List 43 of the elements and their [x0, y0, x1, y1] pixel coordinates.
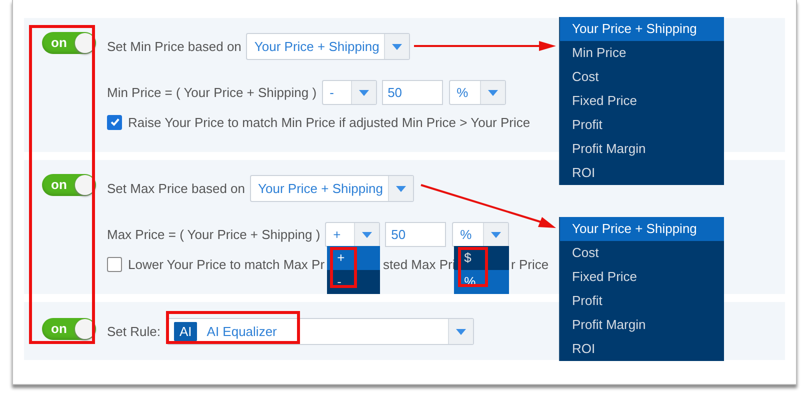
basis-select[interactable]: Your Price + Shipping	[246, 33, 410, 60]
menu-item[interactable]: Profit Margin	[560, 137, 724, 161]
menu-item[interactable]: Profit Margin	[560, 313, 724, 337]
menu-item[interactable]: Fixed Price	[560, 265, 724, 289]
check-icon	[110, 117, 120, 127]
highlight-box	[458, 247, 488, 287]
ai-badge: AI	[174, 322, 197, 341]
checkbox-label: r Price	[511, 256, 549, 272]
formula-label: Max Price = ( Your Price + Shipping )	[107, 227, 320, 242]
menu-item[interactable]: $	[454, 246, 510, 270]
menu-item[interactable]: Fixed Price	[560, 89, 724, 113]
checkbox[interactable]	[107, 256, 122, 272]
menu-item[interactable]: Profit	[560, 289, 724, 313]
amount-input[interactable]: 50	[385, 222, 446, 247]
unit-select[interactable]: %	[448, 80, 506, 105]
menu-item[interactable]: Your Price + Shipping	[560, 217, 724, 241]
caret-icon	[456, 328, 466, 334]
field-label: Set Rule:	[107, 324, 160, 339]
menu-item[interactable]: Profit	[560, 113, 724, 137]
caret-icon	[362, 232, 372, 238]
caret-icon	[491, 232, 502, 238]
caret-icon	[358, 90, 369, 96]
field-label: Set Min Price based on	[107, 39, 242, 54]
highlight-box	[330, 247, 357, 288]
field-label: Set Max Price based on	[107, 181, 246, 196]
checkbox[interactable]	[107, 114, 122, 130]
caret-icon	[392, 44, 402, 50]
basis-select[interactable]: Your Price + Shipping	[250, 175, 414, 202]
formula-label: Min Price = ( Your Price + Shipping )	[107, 85, 317, 100]
menu-item[interactable]: Your Price + Shipping	[560, 17, 724, 41]
menu-item[interactable]: ROI	[560, 161, 724, 185]
operator-select[interactable]: -	[322, 80, 377, 105]
checkbox-label: Raise Your Price to match Min Price if adjusted Min Price > Your Price	[128, 114, 530, 130]
menu-item[interactable]: Cost	[560, 65, 724, 89]
rule-select[interactable]: AI AI Equalizer	[167, 318, 474, 345]
menu-item[interactable]: Cost	[560, 241, 724, 265]
menu-item[interactable]: Min Price	[560, 41, 724, 65]
checkbox-label: Lower Your Price to match Max Pr	[128, 256, 326, 272]
caret-icon	[488, 90, 498, 96]
menu-item[interactable]: -	[327, 270, 380, 294]
caret-icon	[396, 186, 406, 192]
amount-input[interactable]: 50	[382, 80, 443, 105]
menu-item[interactable]: ROI	[560, 337, 724, 361]
